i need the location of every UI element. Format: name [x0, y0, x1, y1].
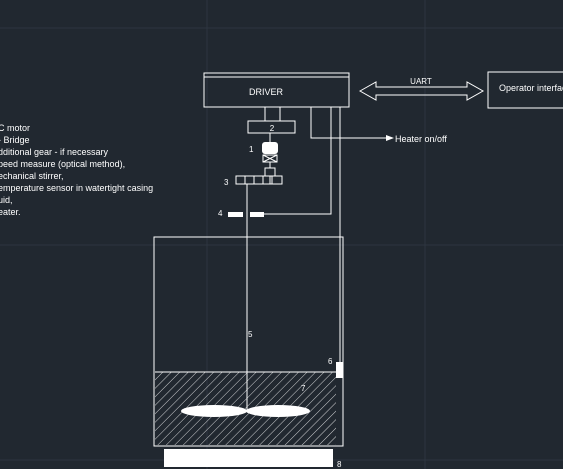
legend-item-5: echanical stirrer,: [0, 171, 64, 181]
label-2: 2: [270, 124, 275, 133]
operator-interface-block: Operator interface: [487, 71, 563, 109]
label-6: 6: [328, 357, 333, 366]
legend-item-7: uid,: [0, 195, 13, 205]
operator-interface-label: Operator interface: [499, 83, 563, 93]
label-4: 4: [218, 209, 223, 218]
driver-label: DRIVER: [249, 87, 284, 97]
heater: 8: [164, 449, 342, 469]
uart-link: UART: [358, 77, 485, 101]
driver-block: DRIVER: [203, 72, 350, 108]
temperature-sensor: 6: [328, 107, 343, 378]
label-5: 5: [248, 330, 253, 339]
legend-item-4: peed measure (optical method),: [0, 159, 125, 169]
legend-item-1: C motor: [0, 123, 30, 133]
cad-drawing-canvas: DRIVER UART Operator interface Heater on…: [0, 0, 563, 469]
legend: C motor - Bridge dditional gear - if nec…: [0, 123, 153, 217]
legend-item-3: dditional gear - if necessary: [0, 147, 109, 157]
additional-gear: 3: [224, 175, 283, 187]
label-3: 3: [224, 178, 229, 187]
label-7: 7: [301, 384, 306, 393]
bridge-block: 2: [247, 107, 296, 142]
heater-output-label: Heater on/off: [395, 134, 447, 144]
legend-item-6: emperature sensor in watertight casing: [0, 183, 153, 193]
uart-label: UART: [410, 77, 432, 86]
legend-item-8: eater.: [0, 207, 21, 217]
label-1: 1: [249, 145, 254, 154]
legend-item-2: - Bridge: [0, 135, 30, 145]
label-8: 8: [337, 460, 342, 469]
